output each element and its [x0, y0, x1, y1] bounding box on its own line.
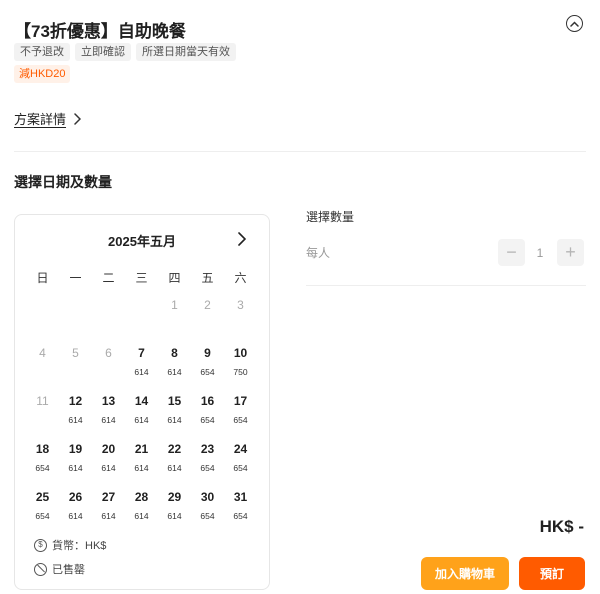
calendar-day[interactable]: 17	[224, 394, 257, 408]
calendar-day-price: 614	[68, 511, 83, 521]
calendar-day[interactable]: 30	[191, 490, 224, 504]
dollar-circle-icon: $	[34, 538, 47, 552]
tag-no-refund: 不予退改	[14, 43, 70, 61]
calendar-day[interactable]: 26	[59, 490, 92, 504]
calendar-day[interactable]: 22	[158, 442, 191, 456]
calendar-day-price: 614	[101, 415, 116, 425]
calendar-day[interactable]: 12	[59, 394, 92, 408]
calendar-day-price: 614	[134, 415, 149, 425]
calendar-day[interactable]: 19	[59, 442, 92, 456]
calendar-day-price: 654	[35, 511, 50, 521]
quantity-divider	[306, 285, 586, 286]
calendar-day-price: 750	[233, 367, 248, 377]
ban-icon	[34, 562, 47, 576]
legend-currency-label: 貨幣：HK$	[52, 540, 107, 552]
calendar-day-price: 614	[68, 415, 83, 425]
calendar-day: 1	[171, 298, 178, 312]
calendar-day-price: 654	[200, 367, 215, 377]
weekday-header: 六	[234, 271, 247, 285]
calendar-day-price: 614	[101, 463, 116, 473]
weekday-header: 五	[201, 271, 214, 285]
calendar-day-price: 614	[134, 511, 149, 521]
calendar-day-price: 614	[134, 367, 149, 377]
plan-details-label: 方案詳情	[14, 112, 67, 127]
calendar-day-price: 614	[167, 415, 182, 425]
date-section-title: 選擇日期及數量	[14, 174, 112, 190]
calendar-month-label: 2025年五月	[108, 234, 176, 249]
calendar-day[interactable]: 31	[224, 490, 257, 504]
calendar-day: 11	[36, 394, 49, 408]
calendar-day[interactable]: 24	[224, 442, 257, 456]
weekday-header: 一	[69, 271, 82, 285]
calendar-day[interactable]: 7	[125, 346, 158, 360]
calendar-day[interactable]: 20	[92, 442, 125, 456]
calendar-day-price: 614	[167, 463, 182, 473]
tag-instant-confirm: 立即確認	[75, 43, 131, 61]
legend-currency: $ 貨幣：HK$	[34, 537, 106, 553]
book-button[interactable]: 預訂	[519, 557, 585, 590]
calendar-day-price: 654	[233, 463, 248, 473]
product-title: 【73折優惠】自助晚餐	[14, 22, 186, 41]
calendar-day: 4	[39, 346, 46, 360]
chevron-right-icon	[74, 112, 82, 125]
collapse-button[interactable]	[566, 15, 583, 32]
calendar-day-price: 614	[101, 511, 116, 521]
calendar-day-price: 614	[68, 463, 83, 473]
weekday-header: 二	[102, 271, 115, 285]
quantity-title: 選擇數量	[306, 210, 355, 224]
calendar-day-price: 654	[233, 511, 248, 521]
quantity-value: 1	[536, 246, 544, 260]
chevron-up-icon	[570, 20, 579, 27]
calendar-day[interactable]: 8	[158, 346, 191, 360]
calendar-day[interactable]: 10	[224, 346, 257, 360]
total-price: HK$ -	[539, 517, 584, 536]
quantity-minus-button[interactable]: −	[498, 239, 525, 266]
legend-sold-out: 已售罄	[34, 561, 85, 577]
calendar-day-price: 654	[35, 463, 50, 473]
calendar-day: 6	[105, 346, 112, 360]
calendar-day[interactable]: 27	[92, 490, 125, 504]
calendar: 2025年五月 $ 貨幣：HK$ 已售罄 日一二三四五六 1 2 3 4 5 6 7 614 8 6…	[14, 214, 270, 590]
calendar-day[interactable]: 14	[125, 394, 158, 408]
calendar-day-price: 654	[200, 463, 215, 473]
calendar-day[interactable]: 23	[191, 442, 224, 456]
discount-badge: 減HKD20	[14, 65, 71, 83]
weekday-header: 三	[135, 271, 148, 285]
calendar-day[interactable]: 18	[26, 442, 59, 456]
section-divider	[14, 151, 586, 152]
calendar-day[interactable]: 9	[191, 346, 224, 360]
calendar-day-price: 614	[134, 463, 149, 473]
legend-sold-out-label: 已售罄	[52, 564, 85, 576]
calendar-day-price: 614	[167, 511, 182, 521]
calendar-day[interactable]: 25	[26, 490, 59, 504]
calendar-day: 3	[237, 298, 244, 312]
calendar-day[interactable]: 28	[125, 490, 158, 504]
calendar-day-price: 654	[200, 511, 215, 521]
chevron-right-icon	[238, 232, 246, 246]
tag-valid-same-day: 所選日期當天有效	[136, 43, 236, 61]
quantity-unit-label: 每人	[306, 246, 331, 260]
calendar-day: 5	[72, 346, 79, 360]
calendar-day-price: 654	[200, 415, 215, 425]
calendar-day[interactable]: 21	[125, 442, 158, 456]
calendar-day[interactable]: 13	[92, 394, 125, 408]
add-to-cart-button[interactable]: 加入購物車	[421, 557, 509, 590]
tag-list: 不予退改 立即確認 所選日期當天有效	[14, 43, 236, 61]
calendar-day-price: 614	[167, 367, 182, 377]
plan-details-link[interactable]: 方案詳情	[14, 109, 82, 128]
calendar-day-price: 654	[233, 415, 248, 425]
quantity-plus-button[interactable]: +	[557, 239, 584, 266]
weekday-header: 日	[36, 271, 49, 285]
next-month-button[interactable]	[234, 230, 250, 248]
calendar-day[interactable]: 16	[191, 394, 224, 408]
calendar-day: 2	[204, 298, 211, 312]
calendar-day[interactable]: 29	[158, 490, 191, 504]
weekday-header: 四	[168, 271, 181, 285]
calendar-day[interactable]: 15	[158, 394, 191, 408]
